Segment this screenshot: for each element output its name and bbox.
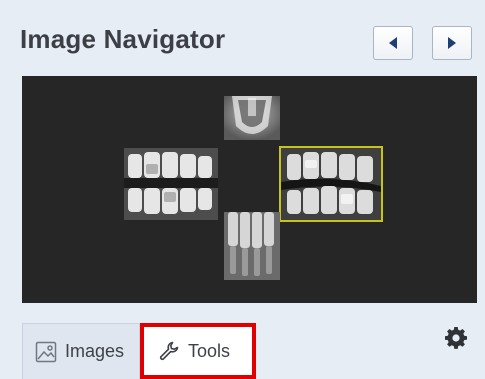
chevron-right-icon xyxy=(448,37,456,49)
xray-thumbnail-bottom[interactable] xyxy=(224,212,280,280)
image-icon xyxy=(35,341,57,362)
chevron-left-icon xyxy=(389,37,397,49)
panel-title: Image Navigator xyxy=(20,24,226,54)
previous-button[interactable] xyxy=(373,26,413,60)
xray-image xyxy=(281,148,381,220)
xray-thumbnail-right[interactable] xyxy=(279,146,383,222)
tab-images-label: Images xyxy=(65,341,125,361)
tab-tools-label: Tools xyxy=(188,340,231,361)
next-button[interactable] xyxy=(432,26,472,60)
gear-icon[interactable] xyxy=(444,326,468,350)
image-viewer[interactable] xyxy=(22,76,477,303)
tab-images[interactable]: Images xyxy=(22,323,140,379)
tab-bar: Images Tools xyxy=(0,303,485,379)
xray-thumbnail-left[interactable] xyxy=(124,148,218,220)
wrench-icon xyxy=(159,341,179,361)
xray-image xyxy=(224,96,280,140)
tab-tools[interactable]: Tools xyxy=(140,323,256,379)
image-navigator-panel: Image Navigator Images Tools xyxy=(0,0,485,379)
xray-thumbnail-top[interactable] xyxy=(224,96,280,140)
xray-image xyxy=(124,148,218,220)
xray-image xyxy=(224,212,280,280)
